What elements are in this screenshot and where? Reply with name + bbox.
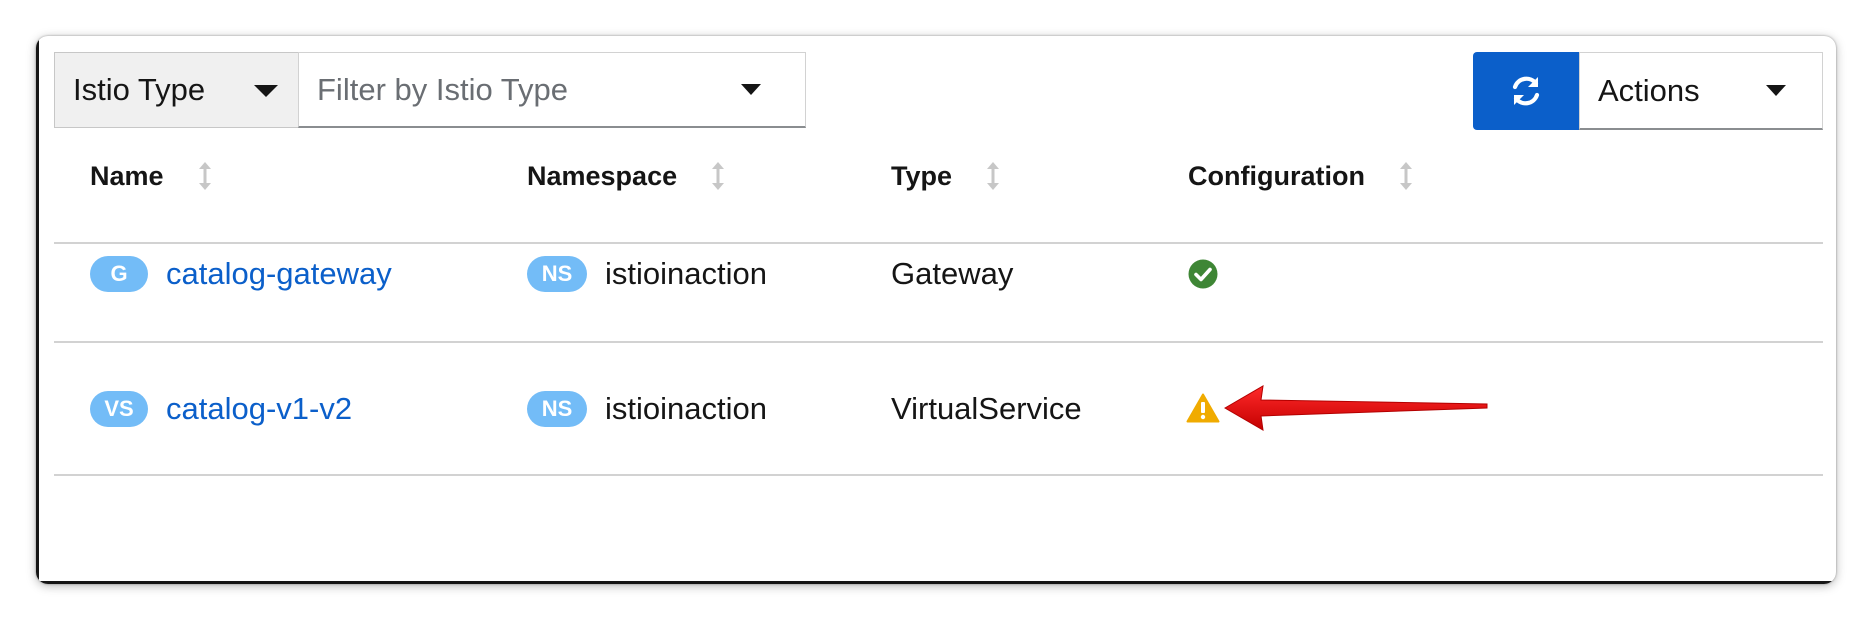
resource-link[interactable]: catalog-gateway (166, 256, 392, 292)
namespace-cell: NS istioinaction (527, 249, 767, 299)
table-divider (54, 341, 1823, 343)
gateway-badge: G (90, 256, 148, 292)
sort-icon (712, 162, 725, 190)
table-divider (54, 242, 1823, 244)
namespace-badge: NS (527, 391, 587, 427)
column-header-namespace[interactable]: Namespace (527, 156, 725, 196)
istio-type-select-label: Istio Type (73, 72, 206, 107)
refresh-button[interactable] (1473, 52, 1579, 130)
virtualservice-badge: VS (90, 391, 148, 427)
type-cell: VirtualService (891, 391, 1082, 426)
caret-down-icon (1766, 85, 1786, 96)
column-header-type[interactable]: Type (891, 156, 1000, 196)
column-header-name[interactable]: Name (90, 156, 212, 196)
caret-down-icon (254, 85, 278, 97)
istio-type-filter-select[interactable]: Istio Type (54, 52, 299, 128)
namespace-badge: NS (527, 256, 587, 292)
sort-icon (987, 162, 1000, 190)
type-cell: Gateway (891, 256, 1014, 291)
column-header-configuration[interactable]: Configuration (1188, 156, 1413, 196)
resource-link[interactable]: catalog-v1-v2 (166, 391, 352, 427)
actions-dropdown[interactable]: Actions (1579, 52, 1823, 130)
caret-down-icon (741, 84, 761, 95)
sort-icon (1399, 162, 1412, 190)
table-divider (54, 474, 1823, 476)
name-cell: VS catalog-v1-v2 (90, 384, 352, 434)
namespace-cell: NS istioinaction (527, 384, 767, 434)
namespace-value: istioinaction (605, 256, 767, 291)
sort-icon (198, 162, 211, 190)
istio-config-panel: Istio Type Filter by Istio Type Actions … (36, 36, 1836, 584)
namespace-value: istioinaction (605, 391, 767, 426)
red-arrow-annotation (1224, 385, 1488, 431)
warning-triangle-icon[interactable] (1186, 393, 1220, 423)
istio-type-filter-input[interactable]: Filter by Istio Type (298, 52, 806, 128)
sync-icon (1512, 76, 1540, 106)
check-circle-icon[interactable] (1188, 259, 1218, 289)
actions-label: Actions (1598, 72, 1700, 108)
filter-placeholder: Filter by Istio Type (317, 71, 568, 107)
name-cell: G catalog-gateway (90, 249, 392, 299)
